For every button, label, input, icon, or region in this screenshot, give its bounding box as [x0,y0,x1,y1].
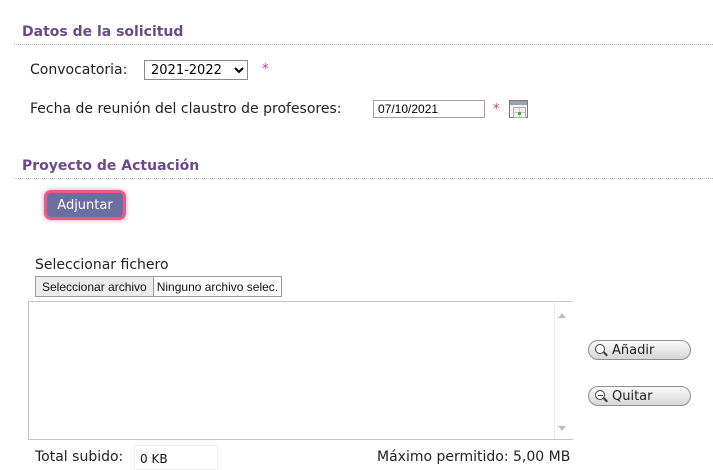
zoom-out-icon [595,389,608,403]
convocatoria-select[interactable]: 2021-2022 [144,60,248,80]
attached-files-list[interactable] [28,301,573,440]
convocatoria-label: Convocatoria: [30,62,128,78]
total-value: 0 KB [134,445,218,470]
zoom-in-icon [595,343,608,357]
quitar-label: Quitar [612,388,653,404]
fecha-label: Fecha de reunión del claustro de profeso… [30,101,342,117]
file-input[interactable]: Seleccionar archivo Ninguno archivo sele… [35,276,283,297]
adjuntar-button[interactable]: Adjuntar [44,190,126,220]
section-divider [14,178,713,179]
max-size-label: Máximo permitido: 5,00 MB [377,449,571,465]
required-marker: * [262,62,269,77]
calendar-icon[interactable] [509,100,528,118]
file-label: Seleccionar fichero [35,257,169,273]
quitar-button[interactable]: Quitar [588,386,691,406]
anadir-button[interactable]: Añadir [588,340,691,360]
scroll-up-arrow[interactable] [558,313,566,318]
select-file-button[interactable]: Seleccionar archivo [36,277,154,296]
section-divider [14,44,713,45]
section-title-solicitud: Datos de la solicitud [22,24,184,40]
anadir-label: Añadir [612,342,655,358]
scroll-down-arrow[interactable] [558,426,566,431]
total-label: Total subido: [35,449,124,465]
required-marker: * [493,102,500,117]
fecha-input[interactable] [373,100,485,118]
file-status: Ninguno archivo selec. [156,279,279,294]
section-title-proyecto: Proyecto de Actuación [22,158,200,174]
file-list-scrollbar[interactable] [554,302,573,439]
